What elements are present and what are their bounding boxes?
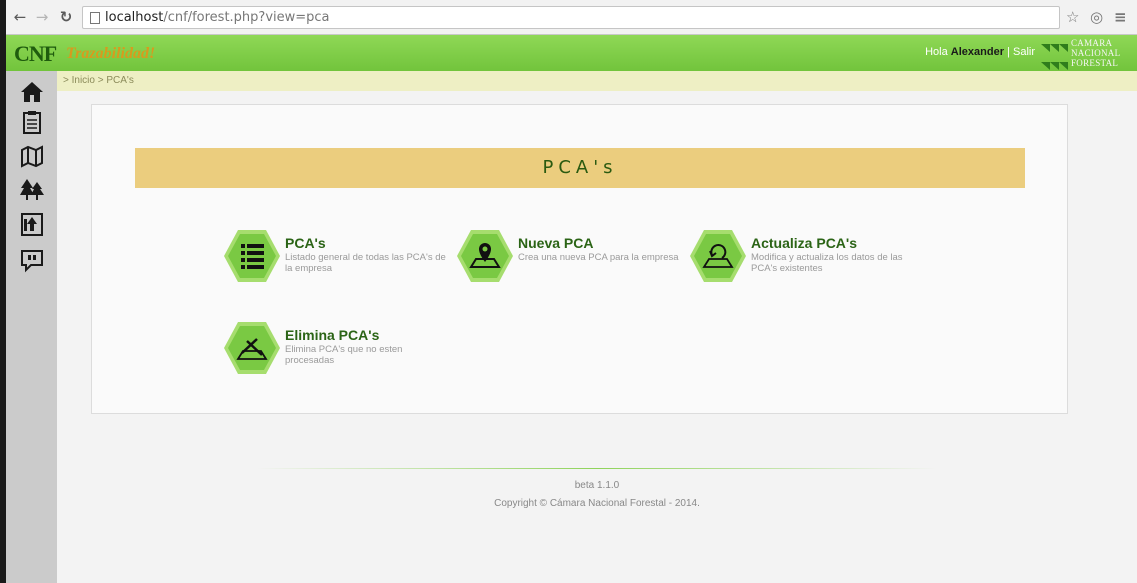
user-area: Hola Alexander | Salir bbox=[925, 46, 1035, 58]
option-title[interactable]: PCA's bbox=[285, 235, 326, 251]
url-path: /cnf/forest.php?view=pca bbox=[163, 10, 330, 25]
reload-icon[interactable]: ↻ bbox=[56, 6, 76, 28]
page-title-banner: PCA's bbox=[135, 148, 1025, 188]
map-refresh-icon[interactable] bbox=[689, 227, 747, 285]
map-pin-icon[interactable] bbox=[456, 227, 514, 285]
copyright-text: Copyright © Cámara Nacional Forestal - 2… bbox=[494, 498, 700, 509]
option-desc: Crea una nueva PCA para la empresa bbox=[518, 252, 679, 263]
back-arrow-icon[interactable]: ← bbox=[10, 6, 30, 28]
content-card: PCA's PCA's Listado general de todas las… bbox=[91, 104, 1068, 414]
option-title[interactable]: Nueva PCA bbox=[518, 235, 593, 251]
option-delete-pcas[interactable]: Elimina PCA's Elimina PCA's que no esten… bbox=[223, 319, 453, 389]
browser-toolbar: ← → ↻ localhost/cnf/forest.php?view=pca … bbox=[0, 0, 1137, 35]
option-desc: Listado general de todas las PCA's de la… bbox=[285, 252, 446, 274]
greeting: Hola bbox=[925, 46, 948, 58]
user-name: Alexander bbox=[950, 46, 1004, 58]
clipboard-icon[interactable] bbox=[19, 109, 45, 135]
logo-cnf[interactable]: CNF bbox=[14, 41, 57, 67]
home-icon[interactable] bbox=[19, 79, 45, 105]
map-icon[interactable] bbox=[19, 143, 45, 169]
option-list-pcas[interactable]: PCA's Listado general de todas las PCA's… bbox=[223, 227, 453, 297]
option-desc: Elimina PCA's que no esten procesadas bbox=[285, 344, 403, 366]
separator: | bbox=[1007, 46, 1010, 58]
logout-link[interactable]: Salir bbox=[1013, 46, 1035, 58]
url-host: localhost bbox=[105, 10, 164, 25]
forest-upload-icon[interactable] bbox=[19, 211, 45, 237]
option-title[interactable]: Elimina PCA's bbox=[285, 327, 379, 343]
extension-icon[interactable]: ◎ bbox=[1090, 6, 1103, 28]
option-desc: Modifica y actualiza los datos de las PC… bbox=[751, 252, 903, 274]
comment-icon[interactable] bbox=[19, 247, 45, 273]
app-header: CNF Trazabilidad! Hola Alexander | Salir… bbox=[6, 35, 1137, 88]
forward-arrow-icon[interactable]: → bbox=[32, 6, 52, 28]
star-icon[interactable]: ☆ bbox=[1066, 6, 1079, 28]
camara-logo: CAMARA NACIONAL FORESTAL bbox=[1041, 37, 1129, 88]
logo-trazabilidad[interactable]: Trazabilidad! bbox=[66, 45, 155, 63]
camara-logo-text: CAMARA NACIONAL FORESTAL bbox=[1071, 38, 1121, 68]
trees-icon[interactable] bbox=[19, 176, 45, 202]
option-new-pca[interactable]: Nueva PCA Crea una nueva PCA para la emp… bbox=[456, 227, 686, 297]
main-content: PCA's PCA's Listado general de todas las… bbox=[57, 91, 1137, 583]
footer-divider bbox=[257, 468, 937, 469]
address-bar[interactable]: localhost/cnf/forest.php?view=pca bbox=[82, 6, 1060, 29]
version-text: beta 1.1.0 bbox=[574, 480, 620, 491]
page-icon bbox=[90, 12, 100, 24]
list-icon[interactable] bbox=[223, 227, 281, 285]
map-cut-icon[interactable] bbox=[223, 319, 281, 377]
option-update-pcas[interactable]: Actualiza PCA's Modifica y actualiza los… bbox=[689, 227, 919, 297]
breadcrumb[interactable]: > Inicio > PCA's bbox=[57, 71, 1137, 91]
option-title[interactable]: Actualiza PCA's bbox=[751, 235, 857, 251]
menu-icon[interactable]: ≡ bbox=[1114, 6, 1127, 28]
sidebar bbox=[6, 71, 57, 583]
